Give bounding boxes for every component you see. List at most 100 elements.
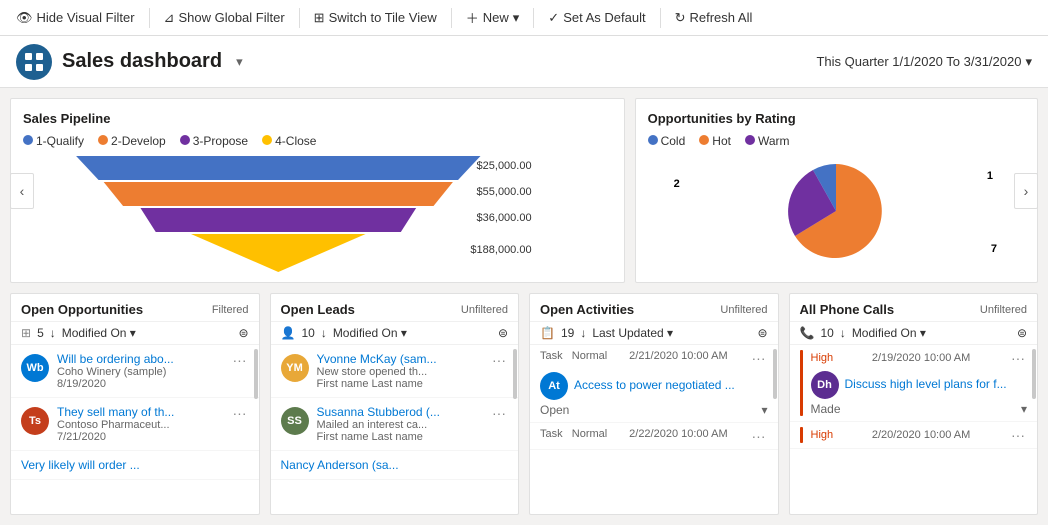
phone-item[interactable]: High 2/19/2020 10:00 AM ··· Dh Discuss h… [790,345,1038,422]
toolbar-divider-2 [299,8,300,28]
date-range-chevron-icon: ▾ [1025,54,1032,70]
cold-label: 1 [987,170,993,182]
controls-icon[interactable]: ⊜ [238,326,248,340]
open-opportunities-controls: ⊞ 5 ↓ Modified On ▾ ⊜ [11,322,259,345]
legend-qualify: 1-Qualify [23,134,84,148]
phone-item[interactable]: High 2/20/2020 10:00 AM ··· [790,422,1038,449]
activity-status: Open ▾ [540,403,768,417]
main-content: ‹ Sales Pipeline 1-Qualify 2-Develop 3-P… [0,88,1048,525]
avatar: YM [281,354,309,382]
check-icon: ✓ [548,10,559,26]
page-icon [16,44,52,80]
right-nav-arrow[interactable]: › [1014,173,1038,209]
open-leads-body: YM Yvonne McKay (sam... New store opened… [271,345,519,514]
list-item-text: They sell many of th... Contoso Pharmace… [57,405,223,443]
refresh-all-button[interactable]: ↻ Refresh All [667,6,761,30]
new-button[interactable]: ＋ New ▾ [458,4,528,31]
bar-label-3: $36,000.00 [477,212,532,224]
list-item-text: Yvonne McKay (sam... New store opened th… [317,352,483,390]
open-leads-badge: Unfiltered [461,304,508,316]
new-label: New [483,10,509,25]
all-phone-calls-card: All Phone Calls Unfiltered 📞 10 ↓ Modifi… [789,293,1039,515]
sales-pipeline-title: Sales Pipeline [23,111,534,126]
hide-visual-filter-button[interactable]: 👁 Hide Visual Filter [8,6,143,30]
charts-row: ‹ Sales Pipeline 1-Qualify 2-Develop 3-P… [10,98,1038,283]
show-global-filter-button[interactable]: ⊿ Show Global Filter [156,6,293,30]
list-item-text: Nancy Anderson (sa... [281,458,509,472]
all-phone-calls-badge: Unfiltered [980,304,1027,316]
sort-field[interactable]: Modified On ▾ [333,326,407,340]
scrollbar-thumb [1032,349,1036,399]
list-item[interactable]: Very likely will order ... [11,451,259,480]
sort-down-icon[interactable]: ↓ [840,326,846,340]
opportunities-title: Opportunities by Rating [648,111,1025,126]
pie-chart-svg [771,154,901,269]
eye-icon: 👁 [16,10,33,26]
item-more-icon[interactable]: ··· [1009,427,1027,443]
item-more-icon[interactable]: ··· [490,352,508,368]
avatar: SS [281,407,309,435]
tile-icon: ⊞ [314,10,325,26]
sales-pipeline-legend: 1-Qualify 2-Develop 3-Propose 4-Close [23,134,534,148]
sort-down-icon[interactable]: ↓ [580,326,586,340]
scrollbar-track[interactable] [772,345,778,514]
sort-field[interactable]: Modified On ▾ [852,326,926,340]
left-nav-arrow[interactable]: ‹ [10,173,34,209]
sort-field[interactable]: Last Updated ▾ [592,326,673,340]
new-chevron-icon: ▾ [513,10,520,26]
legend-develop: 2-Develop [98,134,166,148]
sort-field[interactable]: Modified On ▾ [62,326,136,340]
open-leads-header: Open Leads Unfiltered [271,294,519,322]
leads-icon: 👤 [281,326,296,340]
datetime-label: 2/20/2020 10:00 AM [872,429,970,441]
all-phone-calls-header: All Phone Calls Unfiltered [790,294,1038,322]
all-phone-calls-title: All Phone Calls [800,302,895,317]
controls-icon[interactable]: ⊜ [757,326,767,340]
set-as-default-button[interactable]: ✓ Set As Default [540,6,653,30]
bar-label-4: $188,000.00 [470,244,531,256]
page-header: Sales dashboard ▾ This Quarter 1/1/2020 … [0,36,1048,88]
sort-down-icon[interactable]: ↓ [321,326,327,340]
dashboard-icon-svg [24,52,44,72]
open-opportunities-title: Open Opportunities [21,302,143,317]
bar-label-2: $55,000.00 [477,186,532,198]
item-more-icon[interactable]: ··· [1009,350,1027,366]
list-item-text: Susanna Stubberod (... Mailed an interes… [317,405,483,443]
controls-icon[interactable]: ⊜ [1017,326,1027,340]
scrollbar-track[interactable] [1031,345,1037,514]
controls-icon[interactable]: ⊜ [498,326,508,340]
filter-icon: ⊿ [164,10,175,26]
scrollbar-track[interactable] [253,345,259,514]
open-activities-card: Open Activities Unfiltered 📋 19 ↓ Last U… [529,293,779,515]
list-item[interactable]: Nancy Anderson (sa... [271,451,519,480]
list-item[interactable]: Wb Will be ordering abo... Coho Winery (… [11,345,259,398]
switch-to-tile-button[interactable]: ⊞ Switch to Tile View [306,6,445,30]
activity-item[interactable]: Task Normal 2/21/2020 10:00 AM ··· At Ac… [530,345,778,423]
activity-row: At Access to power negotiated ... [540,370,768,400]
open-leads-count: 10 [301,326,314,340]
item-more-icon[interactable]: ··· [750,428,768,444]
item-more-icon[interactable]: ··· [490,405,508,421]
hot-label: 7 [991,243,997,255]
activity-item[interactable]: Task Normal 2/22/2020 10:00 AM ··· [530,423,778,450]
item-more-icon[interactable]: ··· [231,405,249,421]
page-title-chevron-icon[interactable]: ▾ [236,54,243,70]
show-global-filter-label: Show Global Filter [178,10,284,25]
expand-chevron-icon[interactable]: ▾ [761,403,767,417]
all-phone-calls-count: 10 [820,326,833,340]
item-more-icon[interactable]: ··· [750,350,768,366]
sort-down-icon[interactable]: ↓ [50,326,56,340]
expand-chevron-icon[interactable]: ▾ [1021,402,1027,416]
datetime-label: 2/19/2020 10:00 AM [872,352,970,364]
set-as-default-label: Set As Default [563,10,645,25]
refresh-icon: ↻ [675,10,686,26]
switch-to-tile-label: Switch to Tile View [329,10,437,25]
list-item[interactable]: Ts They sell many of th... Contoso Pharm… [11,398,259,451]
date-range[interactable]: This Quarter 1/1/2020 To 3/31/2020 ▾ [816,54,1032,70]
list-item[interactable]: SS Susanna Stubberod (... Mailed an inte… [271,398,519,451]
open-opportunities-count: 5 [37,326,44,340]
list-item[interactable]: YM Yvonne McKay (sam... New store opened… [271,345,519,398]
scrollbar-track[interactable] [512,345,518,514]
item-more-icon[interactable]: ··· [231,352,249,368]
open-activities-body: Task Normal 2/21/2020 10:00 AM ··· At Ac… [530,345,778,514]
